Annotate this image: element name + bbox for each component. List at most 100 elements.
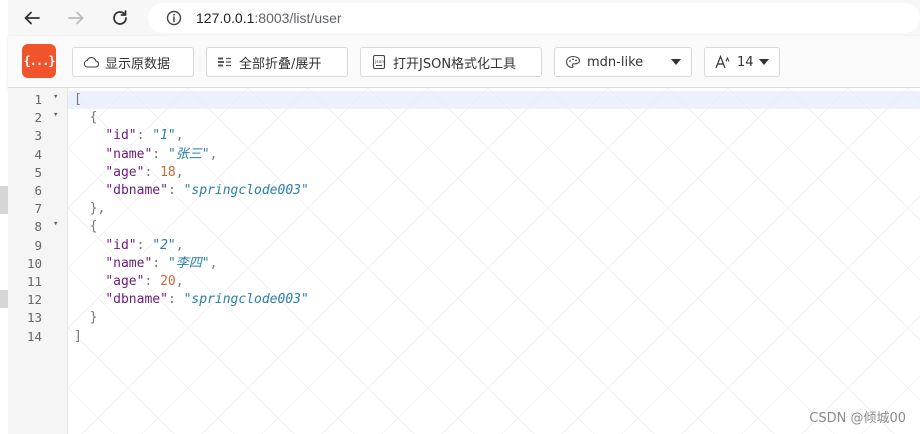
font-size-select[interactable]: 14 bbox=[704, 47, 780, 77]
line-number-text: 9 bbox=[34, 237, 42, 253]
fold-arrow-icon[interactable]: ▾ bbox=[53, 219, 58, 229]
line-number: 6 bbox=[8, 182, 68, 200]
line-number-text: 12 bbox=[26, 292, 42, 308]
fold-all-label: 全部折叠/展开 bbox=[239, 56, 322, 72]
json-punctuation: { bbox=[74, 219, 98, 235]
background-block bbox=[0, 186, 8, 214]
line-number-text: 8 bbox=[34, 219, 42, 235]
json-punctuation: , bbox=[175, 128, 184, 144]
code-line: "age": 18, bbox=[74, 164, 183, 182]
fold-arrow-icon[interactable]: ▾ bbox=[53, 92, 58, 102]
line-number-text: 5 bbox=[34, 164, 42, 180]
json-viewer-toolbar: {...} 显示原数据 全部折叠/展开 json 打开JSON格式化工具 mdn… bbox=[8, 36, 920, 88]
forward-arrow-icon bbox=[68, 11, 84, 25]
json-string: "springclode003" bbox=[183, 292, 309, 308]
code-line: "name": "李四", bbox=[74, 255, 217, 273]
json-punctuation: : bbox=[167, 292, 184, 308]
json-punctuation: : bbox=[152, 146, 168, 162]
json-string: "1" bbox=[152, 128, 176, 144]
json-key: "dbname" bbox=[105, 292, 168, 308]
json-punctuation: : bbox=[144, 164, 161, 180]
json-key: "dbname" bbox=[105, 183, 168, 198]
json-punctuation bbox=[74, 238, 105, 253]
json-punctuation: : bbox=[136, 128, 153, 144]
show-raw-data-button[interactable]: 显示原数据 bbox=[72, 47, 194, 77]
code-line: "dbname": "springclode003" bbox=[74, 182, 309, 200]
code-line: "dbname": "springclode003" bbox=[74, 291, 309, 309]
chevron-down-icon bbox=[759, 59, 769, 65]
json-punctuation bbox=[74, 165, 105, 180]
json-punctuation: [ bbox=[74, 92, 82, 107]
json-string: "李四" bbox=[167, 255, 210, 271]
palette-icon bbox=[565, 55, 581, 69]
line-number: 14 bbox=[8, 328, 68, 346]
line-number-gutter: 1 ▾ 2 ▾ 3 4 5 6 7 8 ▾ 9 10 11 12 13 14 bbox=[8, 88, 68, 434]
json-punctuation: { bbox=[74, 110, 98, 126]
code-line: }, bbox=[74, 200, 106, 218]
line-number-text: 3 bbox=[34, 128, 42, 144]
svg-text:json: json bbox=[374, 59, 384, 65]
line-number: 1 ▾ bbox=[8, 91, 68, 109]
json-punctuation bbox=[74, 292, 105, 307]
line-number: 11 bbox=[8, 273, 68, 291]
theme-select[interactable]: mdn-like bbox=[554, 47, 692, 77]
font-size-value: 14 bbox=[737, 54, 754, 70]
background-block bbox=[0, 290, 8, 308]
line-number-text: 4 bbox=[34, 146, 42, 162]
open-json-tool-label: 打开JSON格式化工具 bbox=[393, 56, 517, 72]
open-json-tool-button[interactable]: json 打开JSON格式化工具 bbox=[360, 47, 542, 77]
json-punctuation: , bbox=[175, 237, 184, 253]
line-number: 2 ▾ bbox=[8, 109, 68, 127]
line-number: 3 bbox=[8, 127, 68, 145]
fold-icon bbox=[217, 56, 233, 68]
chevron-down-icon bbox=[671, 59, 681, 65]
line-number: 12 bbox=[8, 291, 68, 309]
address-bar-row: 127.0.0.1:8003/list/user bbox=[8, 0, 920, 36]
json-punctuation: }, bbox=[74, 201, 106, 217]
json-key: "age" bbox=[105, 164, 145, 180]
json-key: "age" bbox=[105, 274, 145, 289]
show-raw-data-label: 显示原数据 bbox=[105, 56, 171, 72]
fold-all-button[interactable]: 全部折叠/展开 bbox=[206, 47, 348, 77]
line-number: 4 bbox=[8, 146, 68, 164]
line-number: 13 bbox=[8, 309, 68, 327]
code-line: } bbox=[74, 309, 98, 327]
line-number-text: 11 bbox=[26, 274, 42, 289]
cloud-icon bbox=[83, 56, 99, 68]
code-line: { bbox=[74, 109, 98, 127]
json-editor[interactable]: 1 ▾ 2 ▾ 3 4 5 6 7 8 ▾ 9 10 11 12 13 14 [ { "id": "1", "n… bbox=[8, 88, 920, 434]
back-button[interactable] bbox=[20, 6, 44, 30]
background-window-edge bbox=[0, 0, 8, 434]
forward-button[interactable] bbox=[64, 6, 88, 30]
code-line: "id": "1", bbox=[74, 127, 184, 145]
reload-icon bbox=[113, 10, 127, 25]
json-punctuation: , bbox=[175, 274, 184, 289]
json-viewer-logo: {...} bbox=[22, 44, 56, 78]
code-line: [ bbox=[74, 91, 82, 109]
reload-button[interactable] bbox=[108, 6, 132, 30]
json-file-icon: json bbox=[371, 54, 387, 70]
json-punctuation bbox=[74, 147, 105, 162]
json-key: "name" bbox=[105, 255, 153, 271]
json-number: 18 bbox=[160, 164, 176, 180]
logo-text: {...} bbox=[23, 54, 55, 68]
json-key: "name" bbox=[105, 146, 153, 162]
json-punctuation: ] bbox=[74, 328, 82, 344]
line-number-text: 13 bbox=[26, 310, 42, 326]
json-key: "id" bbox=[105, 128, 137, 144]
url-field[interactable]: 127.0.0.1:8003/list/user bbox=[148, 3, 920, 33]
code-line: "name": "张三", bbox=[74, 146, 217, 164]
line-number-text: 1 bbox=[34, 92, 42, 107]
json-string: "张三" bbox=[167, 146, 210, 162]
url-path: :8003/list/user bbox=[254, 10, 342, 26]
site-info-icon[interactable] bbox=[166, 10, 182, 26]
json-punctuation: , bbox=[209, 146, 218, 162]
line-number: 7 bbox=[8, 200, 68, 218]
fold-arrow-icon[interactable]: ▾ bbox=[53, 110, 58, 120]
code-line: "id": "2", bbox=[74, 237, 184, 255]
json-punctuation bbox=[74, 183, 105, 198]
json-punctuation bbox=[74, 128, 105, 143]
json-punctuation: : bbox=[167, 183, 184, 198]
browser-window: 127.0.0.1:8003/list/user {...} 显示原数据 全部折… bbox=[8, 0, 920, 434]
json-punctuation: : bbox=[144, 274, 161, 289]
